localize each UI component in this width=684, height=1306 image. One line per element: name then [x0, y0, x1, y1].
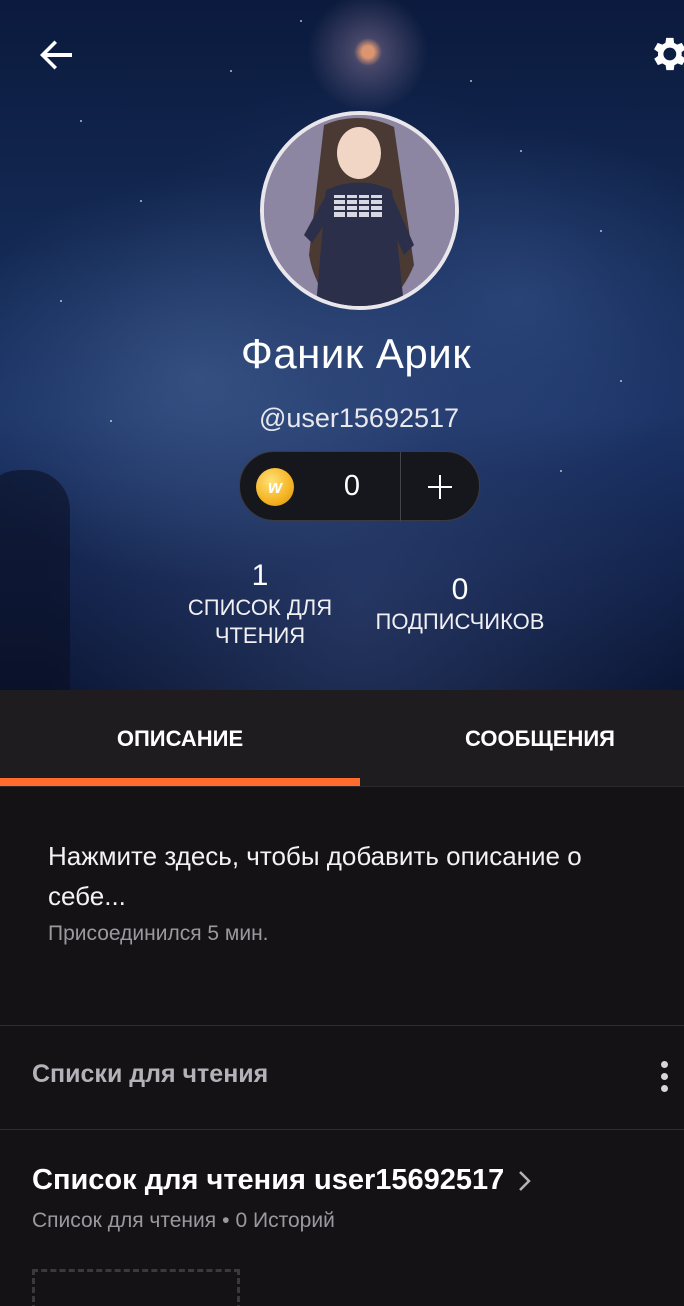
reading-list-type: Список для чтения — [32, 1209, 217, 1232]
plus-icon — [428, 475, 452, 499]
followers-count: 0 — [451, 573, 469, 606]
avatar[interactable] — [260, 111, 459, 310]
reading-list-story-count: 0 Историй — [235, 1209, 335, 1232]
background-hill — [0, 470, 70, 690]
kebab-menu-icon[interactable] — [652, 1058, 676, 1098]
joined-date: Присоединился 5 мин. — [48, 922, 269, 945]
settings-button[interactable] — [646, 32, 684, 76]
add-coins-button[interactable] — [401, 452, 479, 522]
reading-lists-label-line1: СПИСОК ДЛЯ — [187, 595, 333, 620]
profile-header: Фаник Арик @user15692517 w 0 1 СПИСОК ДЛ… — [0, 0, 684, 690]
divider — [0, 1025, 684, 1026]
gear-icon — [654, 37, 684, 71]
followers-label: ПОДПИСЧИКОВ — [375, 609, 545, 634]
reading-list-link[interactable]: Список для чтения user15692517 — [32, 1164, 534, 1197]
profile-tabs: ОПИСАНИЕ СООБЩЕНИЯ — [0, 690, 684, 787]
divider — [0, 1129, 684, 1130]
coin-w-icon: w — [256, 468, 294, 506]
back-button[interactable] — [34, 32, 80, 78]
reading-list-meta: Список для чтения • 0 Историй — [32, 1209, 335, 1232]
add-description-prompt[interactable]: Нажмите здесь, чтобы добавить описание о… — [48, 836, 658, 916]
avatar-illustration — [264, 115, 455, 306]
reading-lists-stat[interactable]: 1 СПИСОК ДЛЯ ЧТЕНИЯ — [170, 558, 350, 650]
display-name: Фаник Арик — [240, 330, 472, 377]
about-section: Нажмите здесь, чтобы добавить описание о… — [48, 836, 658, 946]
reading-list-title: Список для чтения user15692517 — [32, 1164, 505, 1196]
followers-stat[interactable]: 0 ПОДПИСЧИКОВ — [360, 572, 560, 636]
coin-balance: w 0 — [239, 451, 480, 522]
username: @user15692517 — [258, 403, 460, 433]
chevron-right-icon — [519, 1170, 532, 1191]
coin-letter: w — [267, 476, 282, 497]
arrow-left-icon — [40, 40, 72, 70]
active-tab-indicator — [0, 778, 360, 786]
story-cover-placeholder[interactable] — [32, 1269, 240, 1306]
coin-count: 0 — [343, 470, 361, 502]
tab-messages[interactable]: СООБЩЕНИЯ — [360, 690, 684, 787]
tab-description[interactable]: ОПИСАНИЕ — [0, 690, 360, 787]
reading-lists-count: 1 — [251, 559, 269, 592]
reading-lists-header: Списки для чтения — [32, 1060, 269, 1088]
reading-lists-label-line2: ЧТЕНИЯ — [214, 623, 306, 648]
